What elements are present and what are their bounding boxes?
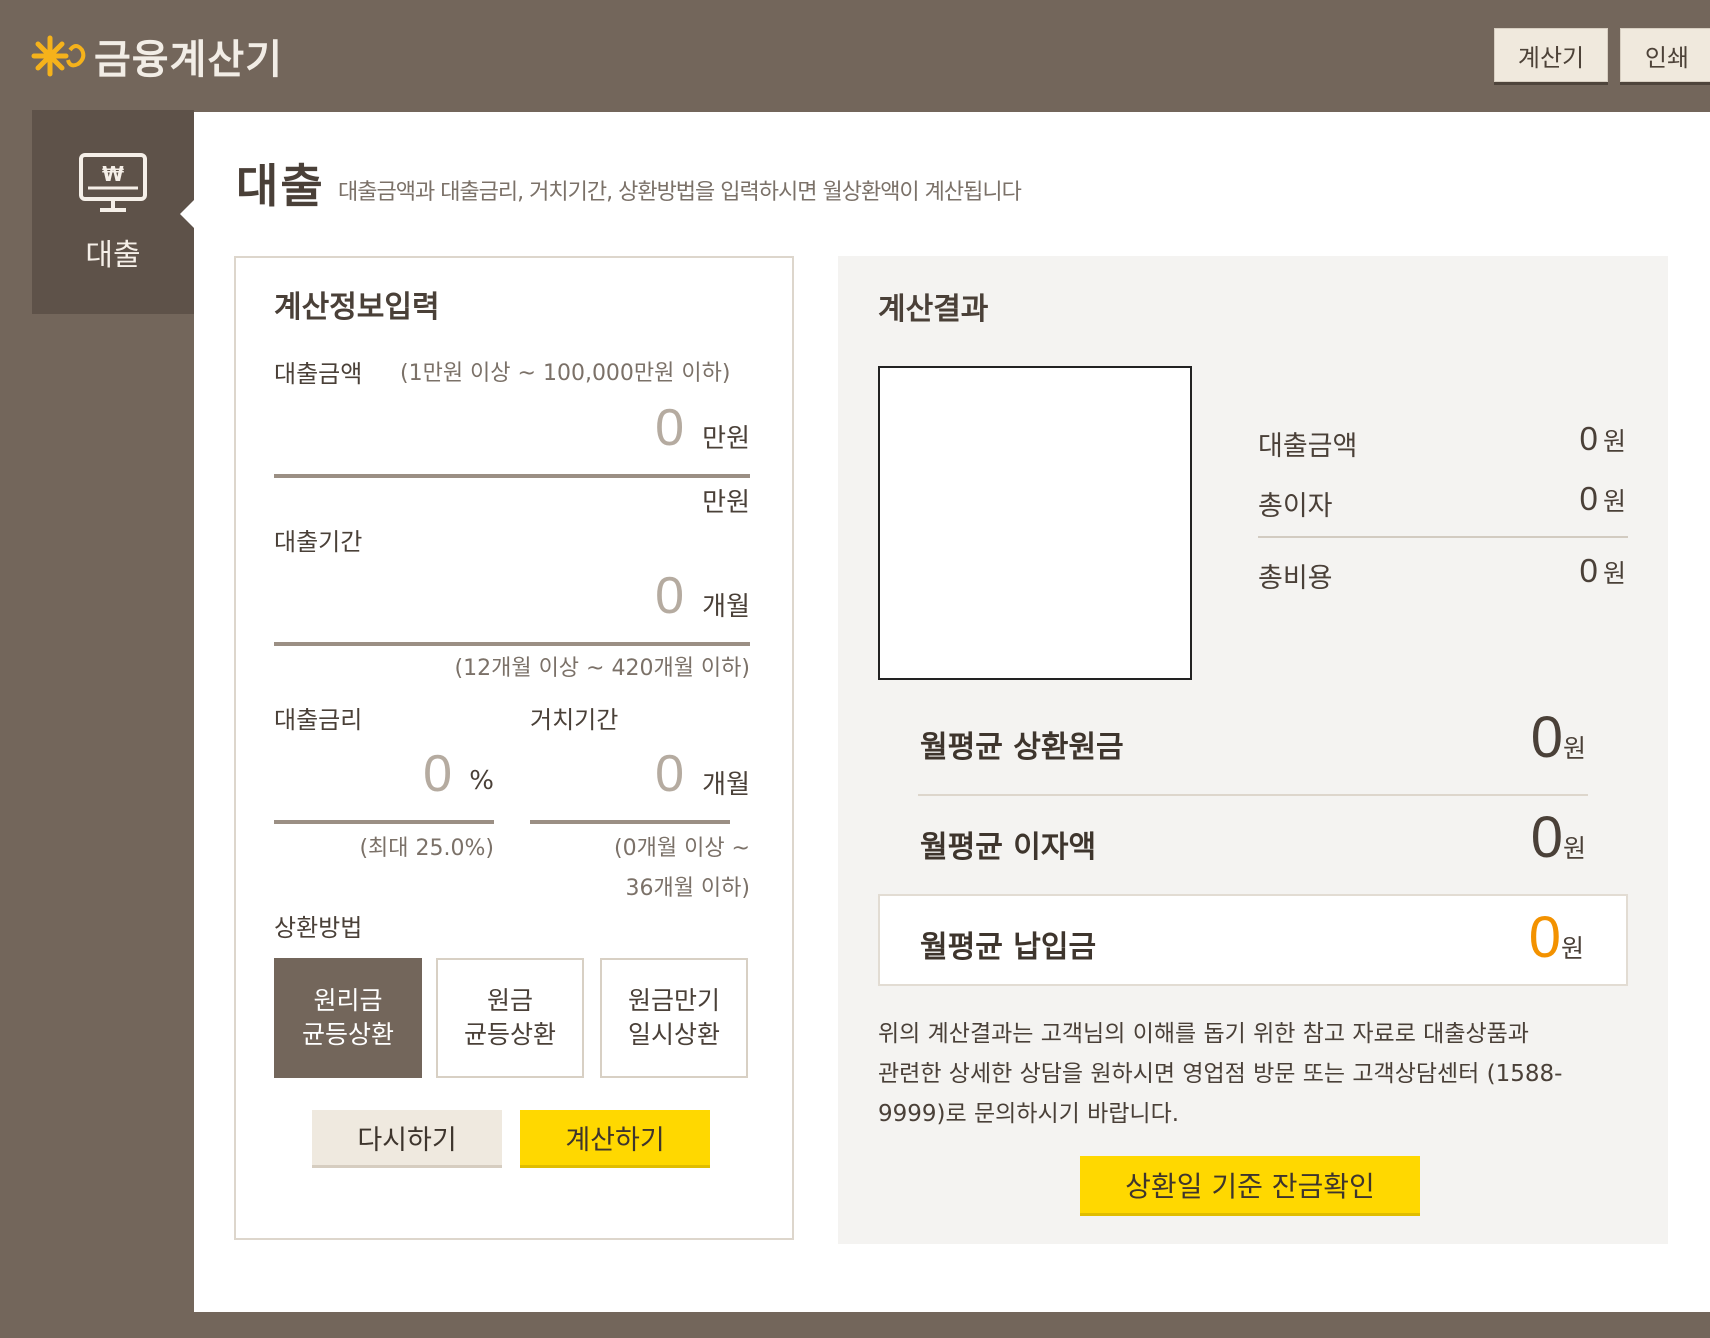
method-option-line2: 균등상환 [301, 1020, 394, 1049]
kb-star-icon [31, 35, 86, 77]
grace-period-input[interactable]: 0 개월 [530, 744, 750, 824]
note-line: 관련한 상세한 상담을 원하시면 영업점 방문 또는 고객상담센터 (1588- [878, 1061, 1563, 1087]
summary-divider [1258, 536, 1628, 538]
monitor-won-icon: ₩ [79, 153, 147, 212]
monthly-principal-label: 월평균 상환원금 [920, 730, 1124, 765]
monthly-payment-label: 월평균 납입금 [920, 930, 1097, 965]
repayment-method-label: 상환방법 [274, 914, 363, 942]
summary-value-loan-amount: 0 원 [1579, 420, 1626, 457]
loan-amount-hint: (1만원 이상 ~ 100,000만원 이하) [400, 361, 731, 386]
method-option-line1: 원금 [486, 986, 533, 1015]
loan-period-underline [274, 642, 750, 646]
grace-period-label: 거치기간 [530, 706, 619, 734]
loan-amount-input[interactable]: 0 만원 [274, 398, 750, 478]
loan-amount-converted-unit: 만원 [702, 488, 750, 518]
loan-period-hint: (12개월 이상 ~ 420개월 이하) [454, 656, 750, 681]
summary-label-total-cost: 총비용 [1258, 563, 1333, 594]
interest-rate-label: 대출금리 [274, 706, 363, 734]
interest-rate-value: 0 [423, 745, 452, 803]
summary-label-loan-amount: 대출금액 [1258, 431, 1358, 462]
page-description: 대출금액과 대출금리, 거치기간, 상환방법을 입력하시면 월상환액이 계산됩니… [338, 180, 1022, 205]
loan-amount-underline [274, 474, 750, 478]
method-option-line2: 균등상환 [463, 1020, 556, 1049]
loan-period-value: 0 [655, 567, 684, 625]
grace-period-value: 0 [655, 745, 684, 803]
monthly-principal-value: 0원 [1530, 705, 1586, 770]
result-chart [878, 366, 1192, 680]
loan-amount-unit: 만원 [702, 424, 750, 454]
reset-button[interactable]: 다시하기 [312, 1110, 502, 1168]
note-line: 9999)로 문의하시기 바랍니다. [878, 1101, 1180, 1127]
grace-period-underline [530, 820, 730, 824]
summary-value-total-interest: 0 원 [1579, 480, 1626, 517]
monthly-interest-label: 월평균 이자액 [920, 830, 1097, 865]
method-option-line1: 원리금 [313, 986, 383, 1015]
input-section-title: 계산정보입력 [274, 290, 440, 325]
disclaimer-note: 위의 계산결과는 고객님의 이해를 돕기 위한 참고 자료로 대출상품과 관련한… [878, 1014, 1628, 1134]
brand-name: 금융계산기 [94, 37, 283, 83]
result-section-title: 계산결과 [878, 292, 989, 327]
grace-period-hint-line2: 36개월 이하) [625, 876, 750, 901]
brand-logo[interactable]: 금융계산기 [30, 28, 283, 84]
summary-value-total-cost: 0 원 [1579, 552, 1626, 589]
nav-active-arrow [180, 200, 194, 228]
interest-rate-input[interactable]: 0 % [274, 744, 494, 824]
monthly-divider [918, 794, 1588, 796]
interest-rate-unit: % [469, 766, 494, 796]
nav-tab-label: 대출 [85, 238, 141, 273]
loan-period-label: 대출기간 [274, 528, 363, 556]
interest-rate-hint: (최대 25.0%) [359, 836, 494, 861]
loan-amount-label: 대출금액 [274, 360, 363, 388]
calculate-button[interactable]: 계산하기 [520, 1110, 710, 1168]
loan-amount-value: 0 [655, 399, 684, 457]
method-equal-principal-button[interactable]: 원금균등상환 [436, 958, 584, 1078]
monthly-interest-value: 0원 [1530, 805, 1586, 870]
interest-rate-underline [274, 820, 494, 824]
calculator-button[interactable]: 계산기 [1494, 28, 1608, 82]
grace-period-hint-line1: (0개월 이상 ~ [614, 836, 750, 861]
print-button[interactable]: 인쇄 [1620, 28, 1710, 82]
method-option-line1: 원금만기 [627, 986, 720, 1015]
grace-period-unit: 개월 [702, 770, 750, 800]
note-line: 위의 계산결과는 고객님의 이해를 돕기 위한 참고 자료로 대출상품과 [878, 1021, 1529, 1047]
method-option-line2: 일시상환 [627, 1020, 720, 1049]
loan-period-unit: 개월 [702, 592, 750, 622]
monthly-payment-value: 0원 [1528, 905, 1584, 970]
balance-check-button[interactable]: 상환일 기준 잔금확인 [1080, 1156, 1420, 1216]
page-title: 대출 [236, 159, 325, 213]
summary-label-total-interest: 총이자 [1258, 491, 1333, 522]
svg-text:₩: ₩ [102, 162, 124, 186]
loan-period-input[interactable]: 0 개월 [274, 566, 750, 646]
method-bullet-repayment-button[interactable]: 원금만기일시상환 [600, 958, 748, 1078]
method-equal-principal-interest-button[interactable]: 원리금균등상환 [274, 958, 422, 1078]
